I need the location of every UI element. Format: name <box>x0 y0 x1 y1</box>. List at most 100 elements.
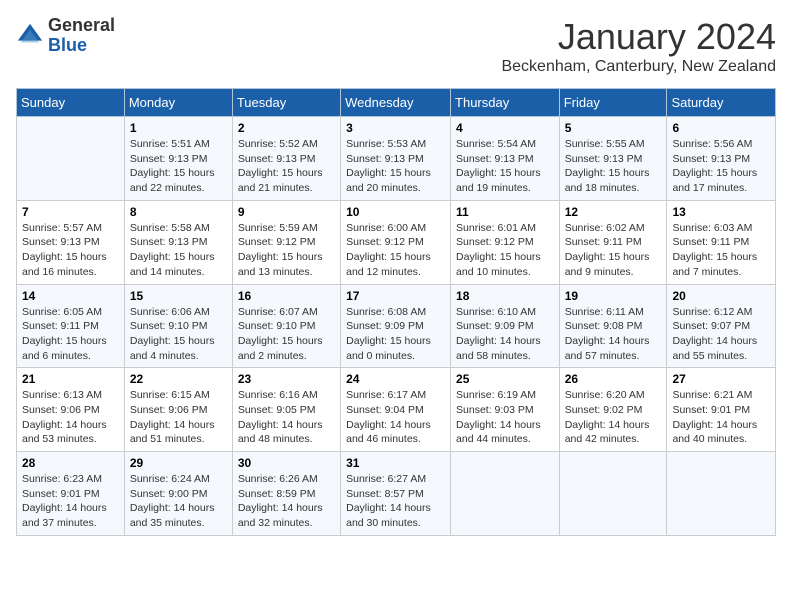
day-info: Sunrise: 6:23 AM Sunset: 9:01 PM Dayligh… <box>22 472 119 531</box>
calendar-week-row: 21 Sunrise: 6:13 AM Sunset: 9:06 PM Dayli… <box>17 368 776 452</box>
calendar-cell: 31 Sunrise: 6:27 AM Sunset: 8:57 PM Dayli… <box>341 452 451 536</box>
weekday-header: Thursday <box>451 89 560 117</box>
calendar-cell: 26Sunrise: 6:20 AM Sunset: 9:02 PM Dayli… <box>559 368 667 452</box>
day-info: Sunrise: 6:17 AM Sunset: 9:04 PM Dayligh… <box>346 388 445 447</box>
calendar-cell: 2 Sunrise: 5:52 AM Sunset: 9:13 PM Daylig… <box>232 117 340 201</box>
calendar-cell <box>451 452 560 536</box>
day-info: Sunrise: 6:08 AM Sunset: 9:09 PM Dayligh… <box>346 305 445 364</box>
weekday-header: Tuesday <box>232 89 340 117</box>
calendar-cell <box>667 452 776 536</box>
day-info: Sunrise: 6:20 AM Sunset: 9:02 PM Dayligh… <box>565 388 662 447</box>
page-header: General Blue January 2024 Beckenham, Can… <box>16 16 776 76</box>
day-number: 28 <box>22 456 119 470</box>
calendar-cell: 3 Sunrise: 5:53 AM Sunset: 9:13 PM Daylig… <box>341 117 451 201</box>
calendar-cell: 21 Sunrise: 6:13 AM Sunset: 9:06 PM Dayli… <box>17 368 125 452</box>
day-info: Sunrise: 5:57 AM Sunset: 9:13 PM Dayligh… <box>22 221 119 280</box>
location: Beckenham, Canterbury, New Zealand <box>501 58 776 76</box>
day-info: Sunrise: 5:58 AM Sunset: 9:13 PM Dayligh… <box>130 221 227 280</box>
calendar-cell: 22Sunrise: 6:15 AM Sunset: 9:06 PM Dayli… <box>124 368 232 452</box>
logo-general: General <box>48 16 115 36</box>
calendar-cell: 10 Sunrise: 6:00 AM Sunset: 9:12 PM Dayli… <box>341 200 451 284</box>
day-info: Sunrise: 6:06 AM Sunset: 9:10 PM Dayligh… <box>130 305 227 364</box>
day-number: 31 <box>346 456 445 470</box>
day-number: 20 <box>672 289 770 303</box>
calendar-cell: 1 Sunrise: 5:51 AM Sunset: 9:13 PM Daylig… <box>124 117 232 201</box>
day-info: Sunrise: 6:05 AM Sunset: 9:11 PM Dayligh… <box>22 305 119 364</box>
day-number: 2 <box>238 121 335 135</box>
weekday-header-row: SundayMondayTuesdayWednesdayThursdayFrid… <box>17 89 776 117</box>
calendar-cell: 24 Sunrise: 6:17 AM Sunset: 9:04 PM Dayli… <box>341 368 451 452</box>
day-number: 10 <box>346 205 445 219</box>
day-info: Sunrise: 6:19 AM Sunset: 9:03 PM Dayligh… <box>456 388 554 447</box>
day-info: Sunrise: 5:55 AM Sunset: 9:13 PM Dayligh… <box>565 137 662 196</box>
calendar-cell: 12 Sunrise: 6:02 AM Sunset: 9:11 PM Dayli… <box>559 200 667 284</box>
day-number: 3 <box>346 121 445 135</box>
day-number: 5 <box>565 121 662 135</box>
calendar-cell: 17 Sunrise: 6:08 AM Sunset: 9:09 PM Dayli… <box>341 284 451 368</box>
day-info: Sunrise: 5:59 AM Sunset: 9:12 PM Dayligh… <box>238 221 335 280</box>
calendar-cell: 28 Sunrise: 6:23 AM Sunset: 9:01 PM Dayli… <box>17 452 125 536</box>
day-number: 6 <box>672 121 770 135</box>
day-number: 16 <box>238 289 335 303</box>
day-number: 24 <box>346 372 445 386</box>
day-info: Sunrise: 5:51 AM Sunset: 9:13 PM Dayligh… <box>130 137 227 196</box>
calendar-cell: 15Sunrise: 6:06 AM Sunset: 9:10 PM Dayli… <box>124 284 232 368</box>
day-number: 29 <box>130 456 227 470</box>
day-info: Sunrise: 6:02 AM Sunset: 9:11 PM Dayligh… <box>565 221 662 280</box>
day-number: 17 <box>346 289 445 303</box>
weekday-header: Wednesday <box>341 89 451 117</box>
calendar-cell: 18Sunrise: 6:10 AM Sunset: 9:09 PM Dayli… <box>451 284 560 368</box>
day-info: Sunrise: 6:26 AM Sunset: 8:59 PM Dayligh… <box>238 472 335 531</box>
day-info: Sunrise: 6:11 AM Sunset: 9:08 PM Dayligh… <box>565 305 662 364</box>
logo: General Blue <box>16 16 115 56</box>
weekday-header: Friday <box>559 89 667 117</box>
day-number: 19 <box>565 289 662 303</box>
calendar-cell: 5 Sunrise: 5:55 AM Sunset: 9:13 PM Daylig… <box>559 117 667 201</box>
calendar-cell: 14 Sunrise: 6:05 AM Sunset: 9:11 PM Dayli… <box>17 284 125 368</box>
day-info: Sunrise: 6:01 AM Sunset: 9:12 PM Dayligh… <box>456 221 554 280</box>
day-number: 8 <box>130 205 227 219</box>
day-number: 4 <box>456 121 554 135</box>
day-number: 22 <box>130 372 227 386</box>
day-number: 30 <box>238 456 335 470</box>
day-number: 23 <box>238 372 335 386</box>
logo-text: General Blue <box>48 16 115 56</box>
calendar-cell: 7 Sunrise: 5:57 AM Sunset: 9:13 PM Daylig… <box>17 200 125 284</box>
day-info: Sunrise: 6:12 AM Sunset: 9:07 PM Dayligh… <box>672 305 770 364</box>
calendar-cell: 20 Sunrise: 6:12 AM Sunset: 9:07 PM Dayli… <box>667 284 776 368</box>
logo-blue: Blue <box>48 36 115 56</box>
day-info: Sunrise: 6:00 AM Sunset: 9:12 PM Dayligh… <box>346 221 445 280</box>
calendar-cell: 8 Sunrise: 5:58 AM Sunset: 9:13 PM Daylig… <box>124 200 232 284</box>
calendar-cell: 27Sunrise: 6:21 AM Sunset: 9:01 PM Dayli… <box>667 368 776 452</box>
day-number: 12 <box>565 205 662 219</box>
calendar-cell: 25Sunrise: 6:19 AM Sunset: 9:03 PM Dayli… <box>451 368 560 452</box>
day-info: Sunrise: 6:27 AM Sunset: 8:57 PM Dayligh… <box>346 472 445 531</box>
calendar-cell: 4 Sunrise: 5:54 AM Sunset: 9:13 PM Daylig… <box>451 117 560 201</box>
day-info: Sunrise: 6:24 AM Sunset: 9:00 PM Dayligh… <box>130 472 227 531</box>
day-info: Sunrise: 5:53 AM Sunset: 9:13 PM Dayligh… <box>346 137 445 196</box>
calendar-cell: 9 Sunrise: 5:59 AM Sunset: 9:12 PM Daylig… <box>232 200 340 284</box>
title-block: January 2024 Beckenham, Canterbury, New … <box>501 16 776 76</box>
day-info: Sunrise: 6:21 AM Sunset: 9:01 PM Dayligh… <box>672 388 770 447</box>
day-number: 14 <box>22 289 119 303</box>
month-title: January 2024 <box>501 16 776 58</box>
day-info: Sunrise: 6:13 AM Sunset: 9:06 PM Dayligh… <box>22 388 119 447</box>
calendar-cell <box>17 117 125 201</box>
day-info: Sunrise: 5:52 AM Sunset: 9:13 PM Dayligh… <box>238 137 335 196</box>
calendar-cell: 11Sunrise: 6:01 AM Sunset: 9:12 PM Dayli… <box>451 200 560 284</box>
calendar-cell: 29 Sunrise: 6:24 AM Sunset: 9:00 PM Dayli… <box>124 452 232 536</box>
day-info: Sunrise: 5:56 AM Sunset: 9:13 PM Dayligh… <box>672 137 770 196</box>
calendar-cell: 6 Sunrise: 5:56 AM Sunset: 9:13 PM Daylig… <box>667 117 776 201</box>
calendar-cell: 16 Sunrise: 6:07 AM Sunset: 9:10 PM Dayli… <box>232 284 340 368</box>
day-number: 18 <box>456 289 554 303</box>
calendar-week-row: 28 Sunrise: 6:23 AM Sunset: 9:01 PM Dayli… <box>17 452 776 536</box>
day-number: 7 <box>22 205 119 219</box>
day-info: Sunrise: 6:16 AM Sunset: 9:05 PM Dayligh… <box>238 388 335 447</box>
day-number: 9 <box>238 205 335 219</box>
day-number: 1 <box>130 121 227 135</box>
day-number: 21 <box>22 372 119 386</box>
weekday-header: Monday <box>124 89 232 117</box>
day-info: Sunrise: 6:07 AM Sunset: 9:10 PM Dayligh… <box>238 305 335 364</box>
weekday-header: Sunday <box>17 89 125 117</box>
day-info: Sunrise: 5:54 AM Sunset: 9:13 PM Dayligh… <box>456 137 554 196</box>
